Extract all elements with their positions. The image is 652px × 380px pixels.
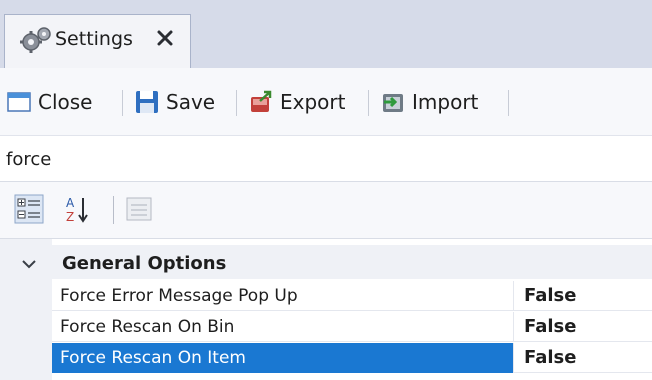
tab-label: Settings xyxy=(55,28,133,50)
tab-settings[interactable]: Settings xyxy=(4,14,191,68)
toolbar-separator xyxy=(122,90,123,116)
property-value[interactable]: False xyxy=(524,343,576,373)
toolbar-separator xyxy=(508,90,509,116)
categorized-icon[interactable] xyxy=(14,194,44,224)
toolbar-separator xyxy=(113,196,114,224)
category-label: General Options xyxy=(62,253,227,274)
svg-text:Z: Z xyxy=(66,210,74,224)
close-button[interactable]: Close xyxy=(6,86,92,118)
property-value[interactable]: False xyxy=(524,281,576,311)
property-grid: General Options Force Error Message Pop … xyxy=(0,238,652,380)
save-button[interactable]: Save xyxy=(134,86,215,118)
property-row[interactable]: Force Rescan On Bin False xyxy=(52,312,652,342)
sort-alphabetical-icon[interactable]: A Z xyxy=(62,194,92,224)
property-name: Force Rescan On Bin xyxy=(52,312,514,342)
category-general-options[interactable]: General Options xyxy=(0,245,652,279)
import-icon xyxy=(383,94,403,112)
property-value[interactable]: False xyxy=(524,312,576,342)
property-grid-toolbar: A Z xyxy=(0,182,652,238)
svg-text:A: A xyxy=(66,196,75,210)
property-pages-icon[interactable] xyxy=(124,194,154,224)
window-close-icon xyxy=(7,92,31,112)
export-button[interactable]: Export xyxy=(248,86,345,118)
search-input[interactable] xyxy=(6,144,636,174)
chevron-down-icon[interactable] xyxy=(22,259,36,269)
main-toolbar: Close Save Export Import xyxy=(0,68,652,136)
close-icon[interactable] xyxy=(155,28,175,48)
toolbar-separator xyxy=(236,90,237,116)
property-row[interactable]: Force Error Message Pop Up False xyxy=(52,281,652,311)
import-button[interactable]: Import xyxy=(380,86,478,118)
toolbar-separator xyxy=(368,90,369,116)
gears-icon xyxy=(20,27,51,53)
search-box xyxy=(0,136,652,182)
property-name: Force Error Message Pop Up xyxy=(52,281,514,311)
property-name: Force Rescan On Item xyxy=(52,343,514,373)
floppy-disk-icon xyxy=(136,91,158,113)
export-icon xyxy=(251,90,272,112)
property-row-selected[interactable]: Force Rescan On Item False xyxy=(52,343,652,373)
